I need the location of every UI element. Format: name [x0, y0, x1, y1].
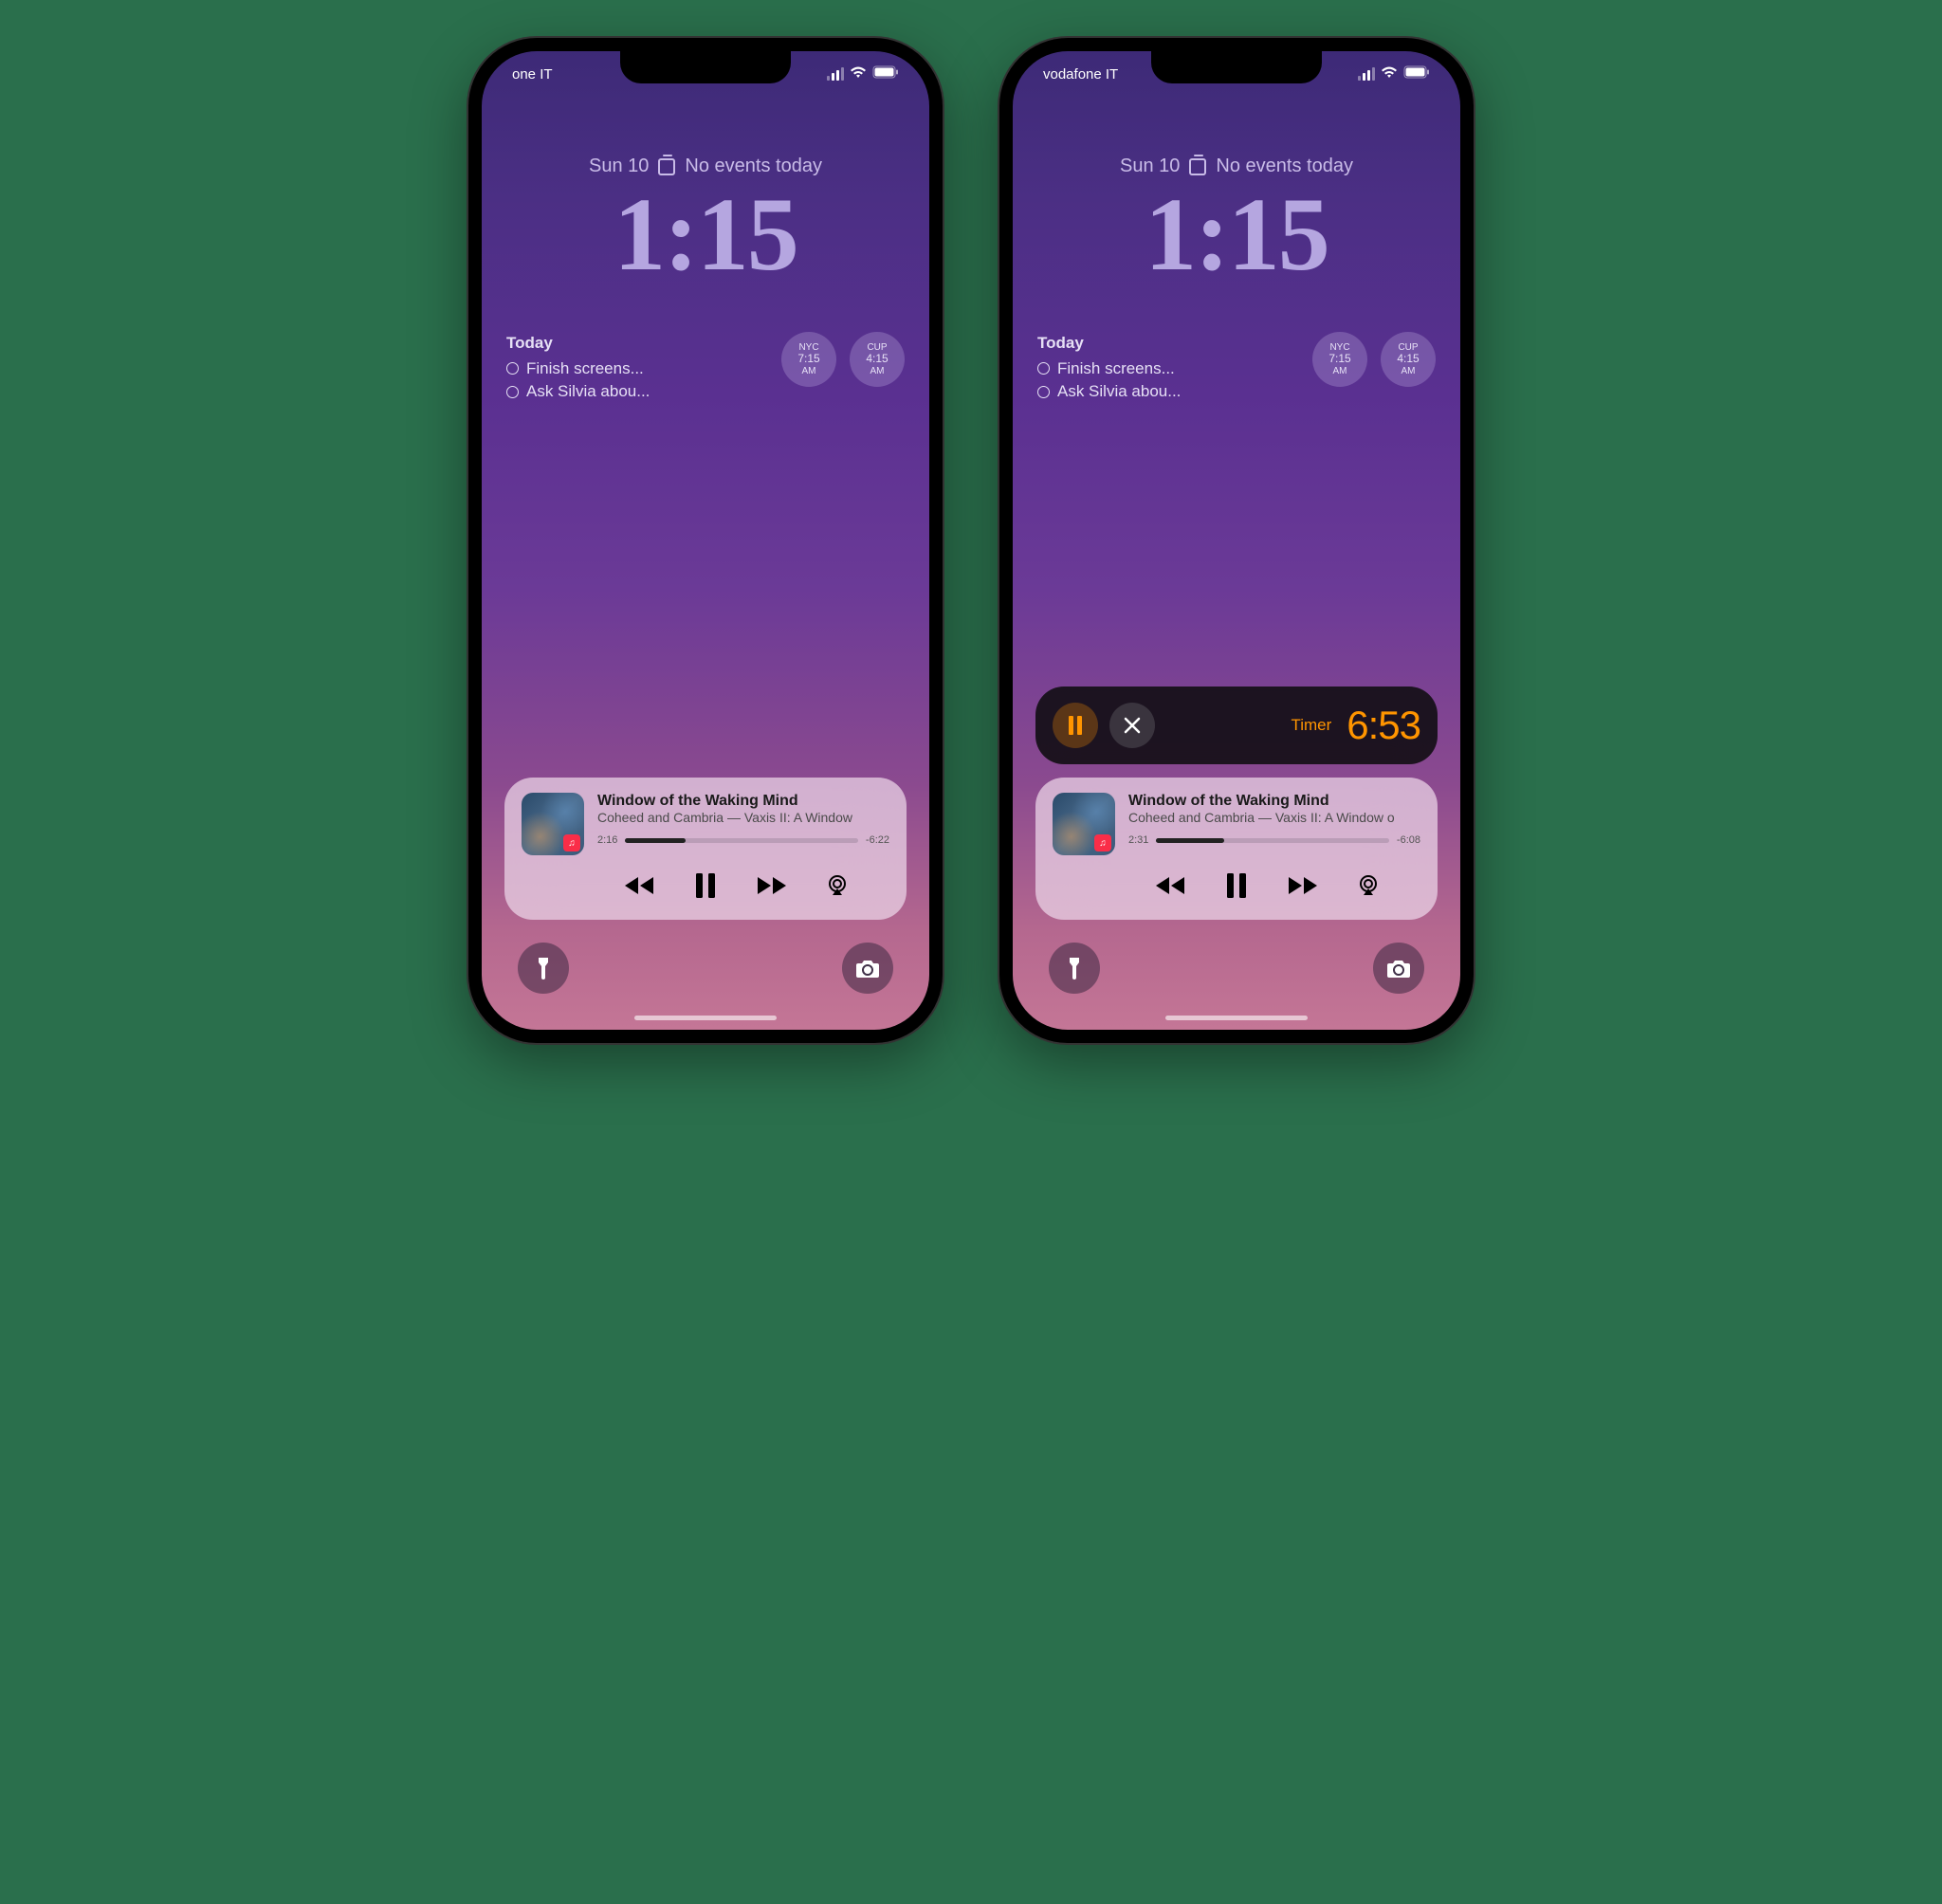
timer-pause-button[interactable] [1053, 703, 1098, 748]
cellular-signal-icon [1358, 67, 1375, 81]
clock-time: 1:15 [482, 174, 929, 295]
album-art[interactable]: ♫ [1053, 793, 1115, 855]
forward-button[interactable] [751, 865, 793, 906]
reminders-widget[interactable]: Today Finish screens... Ask Silvia abou.… [506, 332, 650, 404]
timer-label: Timer [1291, 716, 1331, 735]
live-activities: Timer 6:53 ♫ Window of the Waking Mind C… [1035, 687, 1438, 920]
reminders-title: Today [506, 332, 650, 356]
apple-music-icon: ♫ [1094, 834, 1111, 851]
progress-bar[interactable] [1156, 838, 1389, 843]
lock-screen[interactable]: one IT Sun 10 No events today 1:15 Today… [482, 51, 929, 1030]
circle-icon [506, 386, 519, 398]
phone-left: one IT Sun 10 No events today 1:15 Today… [468, 38, 943, 1043]
widget-row[interactable]: Today Finish screens... Ask Silvia abou.… [506, 332, 905, 404]
carrier-label: one IT [512, 66, 553, 82]
world-clock-nyc[interactable]: NYC 7:15 AM [781, 332, 836, 387]
timer-value: 6:53 [1347, 703, 1420, 748]
pause-button[interactable] [685, 865, 726, 906]
timer-activity[interactable]: Timer 6:53 [1035, 687, 1438, 764]
battery-icon [1403, 65, 1430, 82]
wifi-icon [1381, 65, 1398, 82]
notch [1151, 51, 1322, 83]
live-activities: ♫ Window of the Waking Mind Coheed and C… [504, 778, 907, 920]
airplay-button[interactable] [816, 865, 858, 906]
track-title: Window of the Waking Mind [597, 793, 889, 810]
carrier-label: vodafone IT [1043, 66, 1118, 82]
reminder-item: Finish screens... [1037, 357, 1181, 381]
home-indicator[interactable] [1165, 1016, 1308, 1020]
calendar-icon [1189, 158, 1206, 175]
flashlight-button[interactable] [1049, 943, 1100, 994]
phone-right: vodafone IT Sun 10 No events today 1:15 … [999, 38, 1474, 1043]
remaining-time: -6:22 [866, 834, 889, 846]
world-clock-widget[interactable]: NYC 7:15 AM CUP 4:15 AM [781, 332, 905, 387]
reminders-title: Today [1037, 332, 1181, 356]
battery-icon [872, 65, 899, 82]
circle-icon [1037, 362, 1050, 375]
world-clock-widget[interactable]: NYC 7:15 AM CUP 4:15 AM [1312, 332, 1436, 387]
world-clock-cup[interactable]: CUP 4:15 AM [1381, 332, 1436, 387]
notch [620, 51, 791, 83]
home-indicator[interactable] [634, 1016, 777, 1020]
wifi-icon [850, 65, 867, 82]
remaining-time: -6:08 [1397, 834, 1420, 846]
track-artist: Coheed and Cambria — Vaxis II: A Window … [1128, 810, 1420, 825]
reminder-item: Ask Silvia abou... [1037, 380, 1181, 404]
album-art[interactable]: ♫ [522, 793, 584, 855]
elapsed-time: 2:16 [597, 834, 617, 846]
lock-screen[interactable]: vodafone IT Sun 10 No events today 1:15 … [1013, 51, 1460, 1030]
reminder-text: Finish screens... [526, 357, 644, 381]
forward-button[interactable] [1282, 865, 1324, 906]
elapsed-time: 2:31 [1128, 834, 1148, 846]
track-title: Window of the Waking Mind [1128, 793, 1420, 810]
reminder-item: Finish screens... [506, 357, 650, 381]
timer-cancel-button[interactable] [1109, 703, 1155, 748]
clock-time: 1:15 [1013, 174, 1460, 295]
circle-icon [1037, 386, 1050, 398]
now-playing-card[interactable]: ♫ Window of the Waking Mind Coheed and C… [504, 778, 907, 920]
camera-button[interactable] [1373, 943, 1424, 994]
reminder-item: Ask Silvia abou... [506, 380, 650, 404]
cellular-signal-icon [827, 67, 844, 81]
reminder-text: Ask Silvia abou... [1057, 380, 1181, 404]
camera-button[interactable] [842, 943, 893, 994]
progress-bar[interactable] [625, 838, 858, 843]
apple-music-icon: ♫ [563, 834, 580, 851]
rewind-button[interactable] [618, 865, 660, 906]
world-clock-cup[interactable]: CUP 4:15 AM [850, 332, 905, 387]
world-clock-nyc[interactable]: NYC 7:15 AM [1312, 332, 1367, 387]
track-artist: Coheed and Cambria — Vaxis II: A Window [597, 810, 889, 825]
reminders-widget[interactable]: Today Finish screens... Ask Silvia abou.… [1037, 332, 1181, 404]
reminder-text: Ask Silvia abou... [526, 380, 650, 404]
flashlight-button[interactable] [518, 943, 569, 994]
widget-row[interactable]: Today Finish screens... Ask Silvia abou.… [1037, 332, 1436, 404]
pause-button[interactable] [1216, 865, 1257, 906]
now-playing-card[interactable]: ♫ Window of the Waking Mind Coheed and C… [1035, 778, 1438, 920]
rewind-button[interactable] [1149, 865, 1191, 906]
calendar-icon [658, 158, 675, 175]
reminder-text: Finish screens... [1057, 357, 1175, 381]
airplay-button[interactable] [1347, 865, 1389, 906]
circle-icon [506, 362, 519, 375]
